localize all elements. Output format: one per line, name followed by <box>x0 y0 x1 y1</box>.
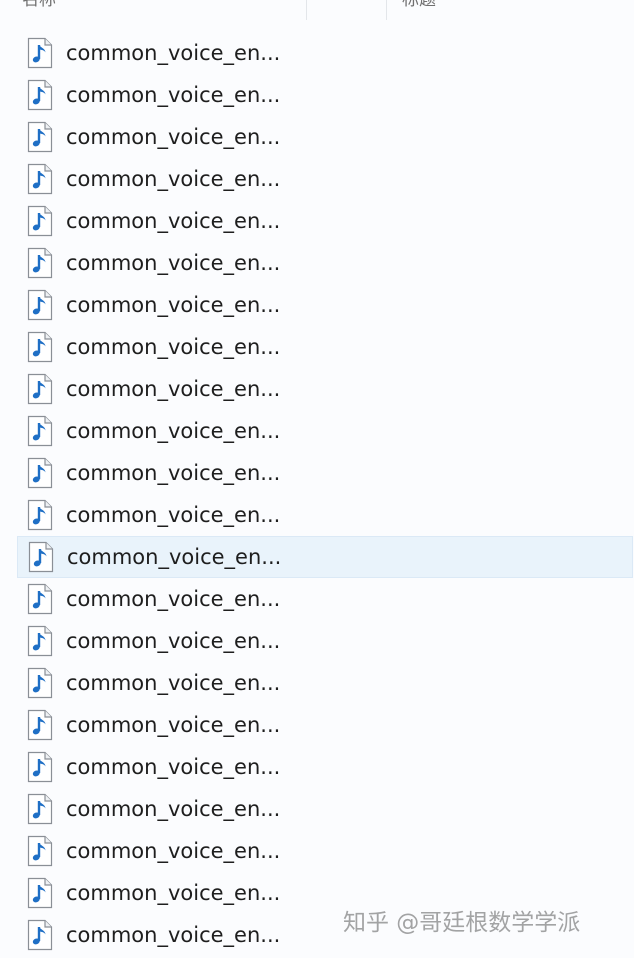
audio-file-icon <box>27 205 53 237</box>
audio-file-icon <box>27 289 53 321</box>
column-divider[interactable] <box>386 0 387 20</box>
file-name: common_voice_en... <box>66 41 281 65</box>
column-header: 名称 标题 <box>0 0 634 20</box>
file-list: common_voice_en... common_voice_en... co… <box>0 32 634 956</box>
file-name: common_voice_en... <box>66 377 281 401</box>
file-name: common_voice_en... <box>66 335 281 359</box>
file-name: common_voice_en... <box>66 83 281 107</box>
file-row[interactable]: common_voice_en... <box>17 662 633 704</box>
file-row[interactable]: common_voice_en... <box>17 494 633 536</box>
file-row[interactable]: common_voice_en... <box>17 536 633 578</box>
file-row[interactable]: common_voice_en... <box>17 74 633 116</box>
file-row[interactable]: common_voice_en... <box>17 158 633 200</box>
file-row[interactable]: common_voice_en... <box>17 746 633 788</box>
column-divider[interactable] <box>306 0 307 20</box>
file-name: common_voice_en... <box>66 671 281 695</box>
file-row[interactable]: common_voice_en... <box>17 620 633 662</box>
file-name: common_voice_en... <box>66 167 281 191</box>
file-name: common_voice_en... <box>66 251 281 275</box>
file-row[interactable]: common_voice_en... <box>17 704 633 746</box>
audio-file-icon <box>27 583 53 615</box>
audio-file-icon <box>27 877 53 909</box>
file-name: common_voice_en... <box>66 713 281 737</box>
file-name: common_voice_en... <box>66 587 281 611</box>
audio-file-icon <box>27 625 53 657</box>
file-row[interactable]: common_voice_en... <box>17 32 633 74</box>
file-name: common_voice_en... <box>66 881 281 905</box>
file-row[interactable]: common_voice_en... <box>17 410 633 452</box>
file-row[interactable]: common_voice_en... <box>17 788 633 830</box>
file-name: common_voice_en... <box>66 419 281 443</box>
file-name: common_voice_en... <box>66 209 281 233</box>
file-row[interactable]: common_voice_en... <box>17 116 633 158</box>
watermark: 知乎 @哥廷根数学学派 <box>343 910 581 936</box>
file-name: common_voice_en... <box>67 545 282 569</box>
audio-file-icon <box>27 835 53 867</box>
audio-file-icon <box>27 667 53 699</box>
file-row[interactable]: common_voice_en... <box>17 452 633 494</box>
audio-file-icon <box>27 79 53 111</box>
file-row[interactable]: common_voice_en... <box>17 368 633 410</box>
file-name: common_voice_en... <box>66 839 281 863</box>
audio-file-icon <box>27 331 53 363</box>
file-row[interactable]: common_voice_en... <box>17 578 633 620</box>
file-row[interactable]: common_voice_en... <box>17 326 633 368</box>
audio-file-icon <box>27 121 53 153</box>
file-row[interactable]: common_voice_en... <box>17 284 633 326</box>
audio-file-icon <box>27 415 53 447</box>
file-name: common_voice_en... <box>66 125 281 149</box>
audio-file-icon <box>27 751 53 783</box>
audio-file-icon <box>27 709 53 741</box>
file-name: common_voice_en... <box>66 797 281 821</box>
file-name: common_voice_en... <box>66 461 281 485</box>
audio-file-icon <box>28 541 54 573</box>
audio-file-icon <box>27 247 53 279</box>
audio-file-icon <box>27 793 53 825</box>
file-name: common_voice_en... <box>66 755 281 779</box>
file-name: common_voice_en... <box>66 293 281 317</box>
column-name-header[interactable]: 名称 <box>22 0 56 8</box>
file-row[interactable]: common_voice_en... <box>17 830 633 872</box>
audio-file-icon <box>27 163 53 195</box>
audio-file-icon <box>27 499 53 531</box>
audio-file-icon <box>27 373 53 405</box>
file-name: common_voice_en... <box>66 923 281 947</box>
audio-file-icon <box>27 37 53 69</box>
audio-file-icon <box>27 457 53 489</box>
file-row[interactable]: common_voice_en... <box>17 242 633 284</box>
column-title-header[interactable]: 标题 <box>402 0 436 8</box>
file-name: common_voice_en... <box>66 629 281 653</box>
audio-file-icon <box>27 919 53 951</box>
file-name: common_voice_en... <box>66 503 281 527</box>
file-row[interactable]: common_voice_en... <box>17 200 633 242</box>
